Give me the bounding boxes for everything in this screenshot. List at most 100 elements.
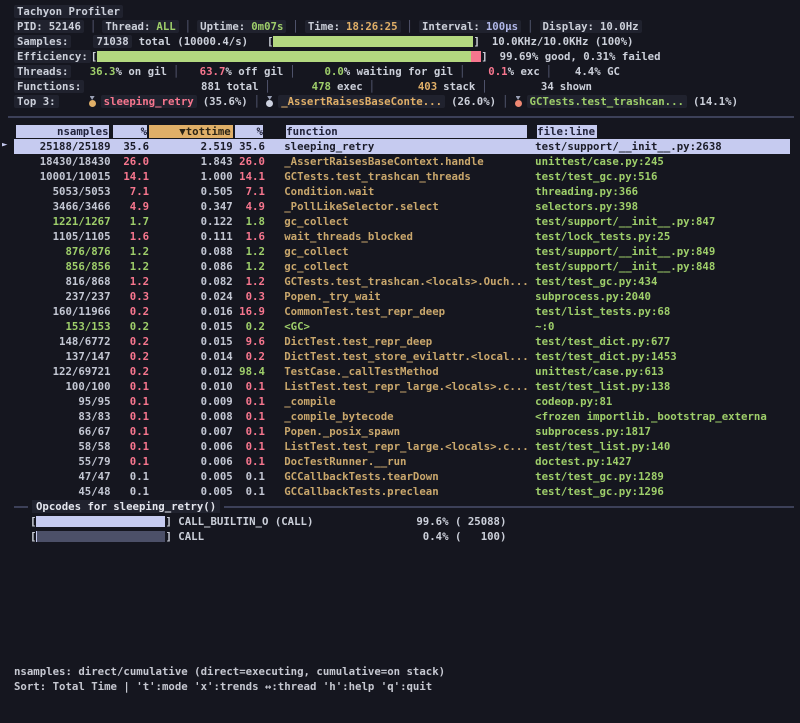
cell-direct-pct: 1.2: [111, 259, 150, 274]
table-row-content: 10001/1001514.11.00014.1GCTests.test_tra…: [14, 169, 790, 184]
table-row[interactable]: ►25188/2518935.62.51935.6sleeping_retryt…: [14, 139, 792, 154]
table-row-content: 876/8761.20.0881.2gc_collecttest/support…: [14, 244, 790, 259]
cell-tottime: 0.005: [149, 484, 233, 499]
cell-nsamples: 95/95: [14, 394, 111, 409]
table-row-content: 816/8681.20.0821.2GCTests.test_trashcan.…: [14, 274, 790, 289]
cell-function: GCTests.test_trashcan.<locals>.Ouch...: [265, 274, 529, 289]
divider: [475, 80, 493, 93]
cell-direct-pct: 0.1: [111, 409, 150, 424]
cell-direct-pct: 0.1: [111, 424, 150, 439]
cell-nsamples: 10001/10015: [14, 169, 111, 184]
table-row[interactable]: 3466/34664.90.3474.9_PollLikeSelector.se…: [14, 199, 792, 214]
table-row[interactable]: 58/580.10.0060.1ListTest.test_repr_large…: [14, 439, 792, 454]
cell-function: CommonTest.test_repr_deep: [265, 304, 529, 319]
cell-tottime: 0.007: [149, 424, 233, 439]
table-row[interactable]: 95/950.10.0090.1_compilecodeop.py:81: [14, 394, 792, 409]
table-row[interactable]: 816/8681.20.0821.2GCTests.test_trashcan.…: [14, 274, 792, 289]
table-row-content: 45/480.10.0050.1GCCallbackTests.preclean…: [14, 484, 790, 499]
cell-direct-pct: 0.1: [111, 394, 150, 409]
cell-cumulative-pct: 1.8: [233, 214, 265, 229]
table-row[interactable]: 83/830.10.0080.1_compile_bytecode<frozen…: [14, 409, 792, 424]
table-row[interactable]: 122/697210.20.01298.4TestCase._callTestM…: [14, 364, 792, 379]
opcode-row: []CALL_BUILTIN_O (CALL)99.6% ( 25088): [14, 514, 792, 529]
cell-nsamples: 3466/3466: [14, 199, 111, 214]
cell-tottime: 0.016: [149, 304, 233, 319]
top2-name: _AssertRaisesBaseConte...: [278, 95, 445, 108]
footer-help-line1: nsamples: direct/cumulative (direct=exec…: [14, 664, 792, 679]
cell-tottime: 0.088: [149, 244, 233, 259]
cell-tottime: 0.015: [149, 334, 233, 349]
divider: [248, 95, 266, 108]
top2-pct: (26.0%): [445, 95, 496, 108]
header-nsamples[interactable]: nsamples: [14, 125, 111, 138]
gc-pct: 4.4: [558, 65, 594, 78]
header-cumulative-pct[interactable]: %: [233, 125, 265, 138]
divider: [401, 20, 419, 33]
top1-name: sleeping_retry: [101, 95, 197, 108]
table-row[interactable]: 5053/50537.10.5057.1Condition.waitthread…: [14, 184, 792, 199]
exc-pct: 0.1: [472, 65, 508, 78]
divider: [283, 65, 301, 78]
table-row[interactable]: 153/1530.20.0150.2<GC>~:0: [14, 319, 792, 334]
top3-name: GCTests.test_trashcan...: [527, 95, 687, 108]
thread-group[interactable]: Thread:ALL: [102, 20, 178, 33]
table-row[interactable]: 237/2370.30.0240.3Popen._try_waitsubproc…: [14, 289, 792, 304]
cell-direct-pct: 0.2: [111, 304, 150, 319]
samples-bar: [273, 36, 473, 47]
cell-cumulative-pct: 14.1: [233, 169, 265, 184]
cell-nsamples: 5053/5053: [14, 184, 111, 199]
cell-cumulative-pct: 0.1: [233, 469, 265, 484]
table-row[interactable]: 100/1000.10.0100.1ListTest.test_repr_lar…: [14, 379, 792, 394]
cell-cumulative-pct: 98.4: [233, 364, 265, 379]
cell-file-line: test/support/__init__.py:2638: [529, 139, 790, 154]
table-row[interactable]: 55/790.10.0060.1DocTestRunner.__rundocte…: [14, 454, 792, 469]
cell-file-line: test/support/__init__.py:848: [529, 259, 790, 274]
table-row-content: 237/2370.30.0240.3Popen._try_waitsubproc…: [14, 289, 790, 304]
cell-direct-pct: 35.6: [111, 139, 150, 154]
table-row[interactable]: 1105/11051.60.1111.6wait_threads_blocked…: [14, 229, 792, 244]
cell-function: _compile_bytecode: [265, 409, 529, 424]
title-row: Tachyon Profiler: [14, 4, 792, 19]
functions-exec-suffix: exec: [331, 80, 363, 93]
divider: [540, 65, 558, 78]
cell-function: <GC>: [265, 319, 529, 334]
table-row[interactable]: 1221/12671.70.1221.8gc_collecttest/suppo…: [14, 214, 792, 229]
cell-nsamples: 153/153: [14, 319, 111, 334]
table-row[interactable]: 66/670.10.0070.1Popen._posix_spawnsubpro…: [14, 424, 792, 439]
cell-cumulative-pct: 1.6: [233, 229, 265, 244]
table-row[interactable]: 856/8561.20.0861.2gc_collecttest/support…: [14, 259, 792, 274]
table-row[interactable]: 160/119660.20.01616.9CommonTest.test_rep…: [14, 304, 792, 319]
table-row[interactable]: 47/470.10.0050.1GCCallbackTests.tearDown…: [14, 469, 792, 484]
cell-cumulative-pct: 16.9: [233, 304, 265, 319]
display-label: Display:: [543, 20, 594, 33]
cell-nsamples: 816/868: [14, 274, 111, 289]
table-row-content: 1221/12671.70.1221.8gc_collecttest/suppo…: [14, 214, 790, 229]
table-row[interactable]: 10001/1001514.11.00014.1GCTests.test_tra…: [14, 169, 792, 184]
cell-tottime: 0.009: [149, 394, 233, 409]
thread-label: Thread:: [105, 20, 150, 33]
table-row[interactable]: 876/8761.20.0881.2gc_collecttest/support…: [14, 244, 792, 259]
cell-nsamples: 58/58: [14, 439, 111, 454]
cell-function: gc_collect: [265, 214, 529, 229]
opcode-name: CALL: [172, 530, 404, 543]
cell-cumulative-pct: 0.2: [233, 319, 265, 334]
cell-tottime: 0.008: [149, 409, 233, 424]
cell-tottime: 1.843: [149, 154, 233, 169]
header-function[interactable]: function: [284, 125, 529, 138]
header-direct-pct[interactable]: %: [111, 125, 150, 138]
header-tottime-sorted[interactable]: ▼tottime: [149, 125, 233, 138]
header-file-line[interactable]: file:line: [535, 125, 599, 138]
table-row[interactable]: 137/1470.20.0140.2DictTest.test_store_ev…: [14, 349, 792, 364]
table-row[interactable]: 18430/1843026.01.84326.0_AssertRaisesBas…: [14, 154, 792, 169]
table-row[interactable]: 148/67720.20.0159.6DictTest.test_repr_de…: [14, 334, 792, 349]
efficiency-label: Efficiency:: [14, 50, 91, 63]
cell-file-line: subprocess.py:2040: [529, 289, 790, 304]
samples-detail: total (10000.4/s): [139, 35, 248, 48]
top3-row: Top 3:sleeping_retry(35.6%)_AssertRaises…: [14, 94, 792, 109]
table-row-content: 856/8561.20.0861.2gc_collecttest/support…: [14, 259, 790, 274]
table-row[interactable]: 45/480.10.0050.1GCCallbackTests.preclean…: [14, 484, 792, 499]
functions-total-suffix: total: [220, 80, 258, 93]
cell-nsamples: 55/79: [14, 454, 111, 469]
silver-medal-icon: [266, 96, 273, 107]
samples-label: Samples:: [14, 35, 71, 48]
